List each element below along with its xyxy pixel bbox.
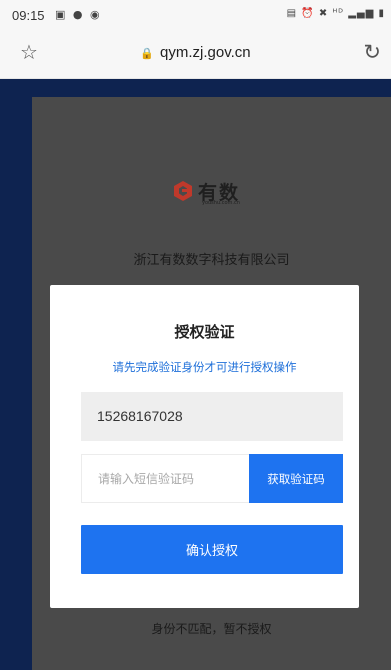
company-logo: 有数 youshu.com.cn [172, 178, 252, 208]
status-bar: 09:15 ▣ ● ◉ ▤ ⏰ ✖ ᴴᴰ ▂▄▆ ▮ [0, 0, 391, 30]
reload-icon[interactable]: ↻ [363, 40, 381, 64]
notification-icon: ▤ [286, 8, 298, 19]
logo-subtext: youshu.com.cn [202, 200, 240, 206]
hd-icon: ᴴᴰ [332, 8, 345, 19]
address-bar: ☆ 🔒 qym.zj.gov.cn ↻ [0, 30, 391, 79]
auth-modal: 授权验证 请先完成验证身份才可进行授权操作 15268167028 获取验证码 … [50, 285, 359, 608]
alarm-icon: ⏰ [301, 8, 315, 19]
location-icon: ◉ [90, 8, 102, 21]
modal-title: 授权验证 [174, 323, 235, 341]
get-code-button[interactable]: 获取验证码 [249, 454, 343, 503]
url-field[interactable]: 🔒 qym.zj.gov.cn [0, 44, 391, 61]
lock-icon: 🔒 [140, 48, 155, 60]
mute-icon: ✖ [318, 8, 329, 19]
confirm-authorize-button[interactable]: 确认授权 [81, 525, 343, 574]
status-right-icons: ▤ ⏰ ✖ ᴴᴰ ▂▄▆ ▮ [287, 8, 385, 19]
phone-field[interactable]: 15268167028 [81, 392, 343, 441]
identity-mismatch-link[interactable]: 身份不匹配，暂不授权 [32, 620, 391, 637]
url-text: qym.zj.gov.cn [160, 44, 251, 61]
sms-code-group: 获取验证码 [81, 454, 343, 503]
battery-icon: ▮ [378, 8, 385, 19]
gallery-icon: ▣ [55, 8, 68, 21]
logo-mark-icon [174, 181, 192, 201]
chat-icon: ● [72, 8, 85, 21]
company-name: 浙江有数数字科技有限公司 [133, 253, 290, 268]
signal-icon: ▂▄▆ [348, 8, 375, 19]
status-time: 09:15 [12, 8, 45, 23]
modal-description: 请先完成验证身份才可进行授权操作 [112, 360, 297, 374]
status-left-icons: ▣ ● ◉ [55, 8, 102, 21]
sms-code-input[interactable] [82, 455, 248, 502]
